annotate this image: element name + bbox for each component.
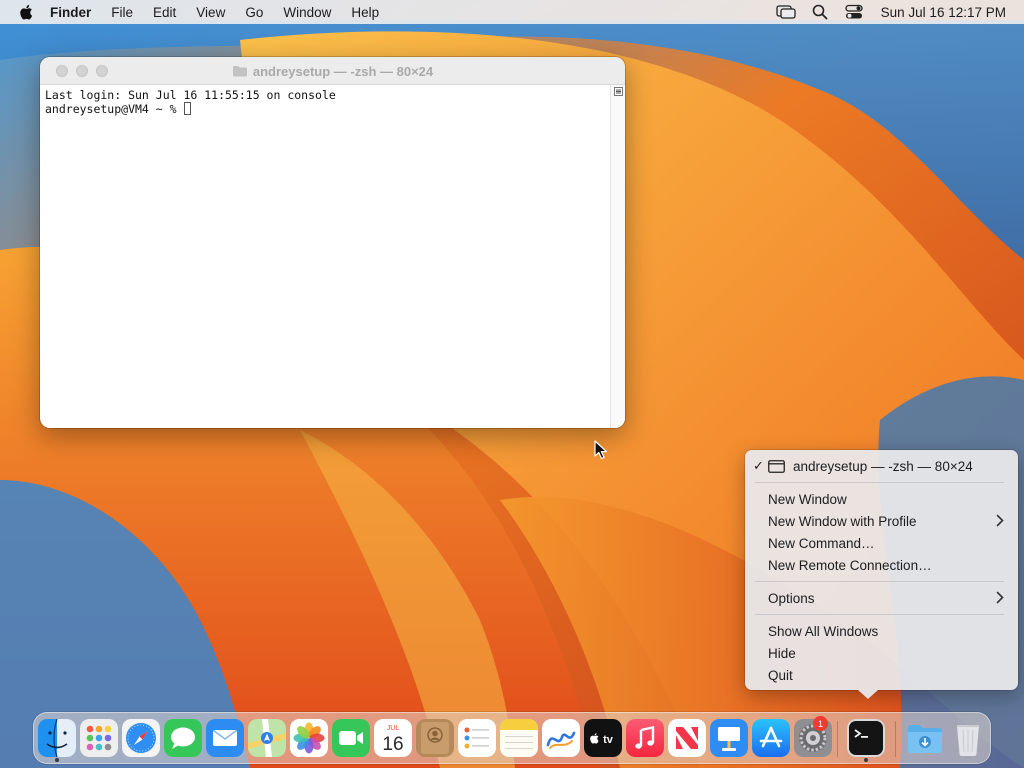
terminal-running-indicator: [864, 758, 868, 762]
calendar-month: JUL: [387, 725, 400, 732]
menu-edit[interactable]: Edit: [153, 5, 176, 20]
freeform-icon[interactable]: [542, 719, 580, 757]
keynote-icon[interactable]: [710, 719, 748, 757]
terminal-line-last-login: Last login: Sun Jul 16 11:55:15 on conso…: [45, 88, 336, 102]
dock-menu-new-remote-connection[interactable]: New Remote Connection…: [745, 554, 1018, 576]
dock-menu-item-label: Hide: [768, 645, 796, 661]
terminal-output[interactable]: Last login: Sun Jul 16 11:55:15 on conso…: [40, 85, 610, 428]
dock-menu-show-all-windows[interactable]: Show All Windows: [745, 620, 1018, 642]
checkmark-icon: ✓: [753, 458, 764, 473]
dock-menu-options[interactable]: Options: [745, 587, 1018, 609]
dock-menu-hide[interactable]: Hide: [745, 642, 1018, 664]
dock-menu-window-entry[interactable]: ✓ andreysetup — -zsh — 80×24: [745, 455, 1018, 477]
menu-separator: [755, 581, 1004, 582]
menu-go[interactable]: Go: [245, 5, 263, 20]
terminal-title-text: andreysetup — -zsh — 80×24: [252, 63, 434, 79]
app-store-icon[interactable]: [752, 719, 790, 757]
window-icon: [768, 459, 785, 473]
downloads-folder-icon[interactable]: [906, 719, 944, 757]
terminal-cursor: [184, 102, 192, 115]
chevron-right-icon: [996, 591, 1004, 604]
dock-menu-item-label: New Window with Profile: [768, 513, 917, 529]
dock-menu-new-command[interactable]: New Command…: [745, 532, 1018, 554]
menu-pointer-tip: [858, 690, 878, 699]
news-icon[interactable]: [668, 719, 706, 757]
marks-icon[interactable]: [614, 87, 623, 96]
apple-menu-icon[interactable]: [16, 2, 36, 22]
menu-view[interactable]: View: [196, 5, 225, 20]
terminal-scrollbar[interactable]: [610, 85, 625, 428]
menu-bar-clock[interactable]: Sun Jul 16 12:17 PM: [881, 5, 1006, 20]
dock-menu-item-label: Show All Windows: [768, 623, 879, 639]
spotlight-search-icon[interactable]: [809, 3, 831, 21]
mail-icon[interactable]: [206, 719, 244, 757]
finder-icon[interactable]: [38, 719, 76, 757]
terminal-prompt: andreysetup@VM4 ~ %: [45, 102, 184, 116]
menu-help[interactable]: Help: [351, 5, 379, 20]
launchpad-icon[interactable]: [80, 719, 118, 757]
menu-separator: [755, 614, 1004, 615]
dock-menu-new-window-with-profile[interactable]: New Window with Profile: [745, 510, 1018, 532]
terminal-title-bar[interactable]: andreysetup — -zsh — 80×24: [40, 57, 625, 85]
calendar-icon[interactable]: JUL 16: [374, 719, 412, 757]
trash-icon[interactable]: [949, 719, 987, 757]
menu-window[interactable]: Window: [283, 5, 331, 20]
control-center-icon[interactable]: [843, 3, 865, 21]
notes-icon[interactable]: [500, 719, 538, 757]
apple-tv-label: tv: [603, 734, 614, 746]
menu-bar-status-area: Sun Jul 16 12:17 PM: [775, 0, 1024, 24]
dock-menu-item-label: New Command…: [768, 535, 875, 551]
reminders-icon[interactable]: [458, 719, 496, 757]
contacts-icon[interactable]: [416, 719, 454, 757]
dock-menu-item-label: New Window: [768, 491, 847, 507]
mouse-pointer-icon: [594, 440, 608, 460]
terminal-icon[interactable]: [847, 719, 885, 757]
dock-divider: [895, 721, 896, 757]
terminal-window[interactable]: andreysetup — -zsh — 80×24 Last login: S…: [40, 57, 625, 428]
menu-app-name[interactable]: Finder: [50, 5, 91, 20]
dock: JUL 16 tv 1: [33, 712, 991, 764]
music-icon[interactable]: [626, 719, 664, 757]
facetime-icon[interactable]: [332, 719, 370, 757]
finder-running-indicator: [55, 758, 59, 762]
dock-menu-item-label: New Remote Connection…: [768, 557, 932, 573]
menu-bar: Finder File Edit View Go Window Help Sun…: [0, 0, 1024, 24]
folder-icon: [232, 66, 247, 77]
dock-menu-quit[interactable]: Quit: [745, 664, 1018, 686]
dock-menu-item-label: Quit: [768, 667, 793, 683]
terminal-dock-menu: ✓ andreysetup — -zsh — 80×24 New Window …: [745, 450, 1018, 699]
menu-file[interactable]: File: [111, 5, 133, 20]
dock-menu-item-label: Options: [768, 590, 815, 606]
maps-icon[interactable]: [248, 719, 286, 757]
messages-icon[interactable]: [164, 719, 202, 757]
terminal-title: andreysetup — -zsh — 80×24: [40, 57, 625, 85]
screen-mirroring-icon[interactable]: [775, 3, 797, 21]
menu-separator: [755, 482, 1004, 483]
settings-notification-badge: 1: [813, 716, 828, 731]
dock-menu-new-window[interactable]: New Window: [745, 488, 1018, 510]
dock-divider: [837, 721, 838, 757]
terminal-prompt-line: andreysetup@VM4 ~ %: [45, 102, 610, 116]
chevron-right-icon: [996, 514, 1004, 527]
calendar-day: 16: [382, 734, 403, 755]
dock-menu-window-entry-label: andreysetup — -zsh — 80×24: [793, 458, 973, 474]
safari-icon[interactable]: [122, 719, 160, 757]
photos-icon[interactable]: [290, 719, 328, 757]
apple-tv-icon[interactable]: tv: [584, 719, 622, 757]
